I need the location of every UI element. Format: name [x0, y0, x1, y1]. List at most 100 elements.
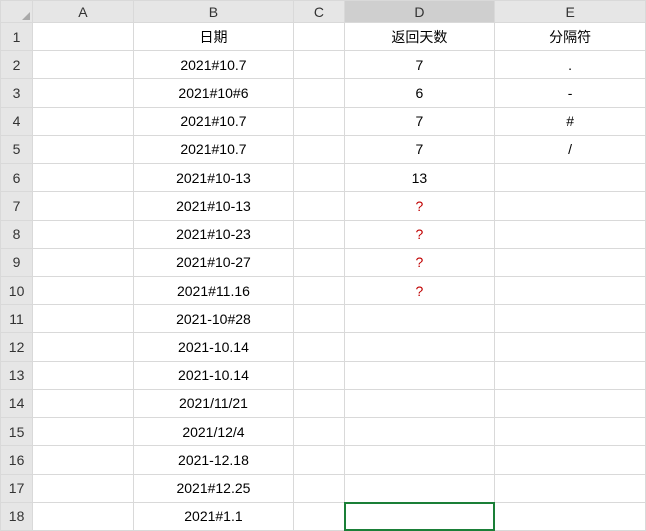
cell[interactable]: 2021#10.7 [133, 51, 294, 79]
cell[interactable]: 2021#12.25 [133, 474, 294, 502]
cell[interactable] [294, 135, 344, 163]
row-header[interactable]: 6 [1, 164, 33, 192]
row-header[interactable]: 12 [1, 333, 33, 361]
col-header-E[interactable]: E [495, 1, 646, 23]
cell[interactable]: 2021/11/21 [133, 389, 294, 417]
cell[interactable] [344, 305, 495, 333]
cell[interactable] [294, 276, 344, 304]
cell-header-date[interactable]: 日期 [133, 23, 294, 51]
row-header[interactable]: 11 [1, 305, 33, 333]
cell[interactable] [33, 51, 133, 79]
cell[interactable] [344, 418, 495, 446]
cell[interactable] [294, 79, 344, 107]
cell[interactable] [495, 220, 646, 248]
cell[interactable]: 2021#10-27 [133, 248, 294, 276]
cell[interactable] [33, 389, 133, 417]
cell[interactable]: 13 [344, 164, 495, 192]
cell[interactable] [495, 502, 646, 530]
cell[interactable]: ? [344, 276, 495, 304]
cell[interactable] [495, 446, 646, 474]
cell[interactable]: 2021#10#6 [133, 79, 294, 107]
cell[interactable] [33, 333, 133, 361]
col-header-D[interactable]: D [344, 1, 495, 23]
col-header-C[interactable]: C [294, 1, 344, 23]
col-header-B[interactable]: B [133, 1, 294, 23]
cell[interactable]: ? [344, 192, 495, 220]
cell[interactable] [495, 248, 646, 276]
row-header[interactable]: 7 [1, 192, 33, 220]
cell[interactable] [294, 107, 344, 135]
cell[interactable]: 2021-10.14 [133, 333, 294, 361]
cell[interactable] [33, 164, 133, 192]
cell[interactable] [33, 220, 133, 248]
row-header[interactable]: 10 [1, 276, 33, 304]
cell[interactable] [33, 361, 133, 389]
cell[interactable] [495, 192, 646, 220]
cell[interactable] [495, 333, 646, 361]
spreadsheet-grid[interactable]: A B C D E 1日期返回天数分隔符22021#10.77.32021#10… [0, 0, 646, 531]
cell-header-days[interactable]: 返回天数 [344, 23, 495, 51]
cell[interactable]: 6 [344, 79, 495, 107]
cell[interactable]: 2021#10.7 [133, 135, 294, 163]
cell[interactable] [33, 107, 133, 135]
cell[interactable]: 2021#11.16 [133, 276, 294, 304]
cell[interactable]: 2021-12.18 [133, 446, 294, 474]
cell[interactable] [495, 418, 646, 446]
cell[interactable]: 2021#10.7 [133, 107, 294, 135]
cell[interactable] [33, 135, 133, 163]
select-all-corner[interactable] [1, 1, 33, 23]
cell[interactable] [495, 305, 646, 333]
col-header-A[interactable]: A [33, 1, 133, 23]
row-header[interactable]: 16 [1, 446, 33, 474]
cell[interactable] [495, 276, 646, 304]
cell[interactable] [495, 389, 646, 417]
cell[interactable]: 2021/12/4 [133, 418, 294, 446]
cell[interactable] [33, 248, 133, 276]
cell[interactable]: 7 [344, 51, 495, 79]
cell[interactable] [294, 220, 344, 248]
row-header[interactable]: 5 [1, 135, 33, 163]
cell[interactable]: . [495, 51, 646, 79]
cell[interactable]: ? [344, 248, 495, 276]
cell[interactable] [33, 446, 133, 474]
cell[interactable] [294, 418, 344, 446]
cell[interactable]: 2021-10#28 [133, 305, 294, 333]
cell[interactable] [294, 446, 344, 474]
cell[interactable] [344, 446, 495, 474]
cell[interactable] [495, 361, 646, 389]
cell[interactable]: 7 [344, 107, 495, 135]
cell[interactable] [294, 305, 344, 333]
cell[interactable] [294, 51, 344, 79]
cell[interactable] [294, 361, 344, 389]
cell[interactable] [294, 164, 344, 192]
cell[interactable] [294, 248, 344, 276]
cell[interactable] [344, 502, 495, 530]
row-header[interactable]: 8 [1, 220, 33, 248]
cell[interactable]: 2021-10.14 [133, 361, 294, 389]
row-header[interactable]: 18 [1, 502, 33, 530]
cell[interactable] [495, 474, 646, 502]
cell[interactable] [294, 502, 344, 530]
cell[interactable] [294, 474, 344, 502]
cell[interactable]: 2021#1.1 [133, 502, 294, 530]
cell[interactable] [33, 79, 133, 107]
cell[interactable] [344, 361, 495, 389]
cell[interactable] [294, 192, 344, 220]
cell[interactable]: / [495, 135, 646, 163]
row-header[interactable]: 17 [1, 474, 33, 502]
cell-header-sep[interactable]: 分隔符 [495, 23, 646, 51]
cell[interactable]: 2021#10-23 [133, 220, 294, 248]
row-header[interactable]: 14 [1, 389, 33, 417]
cell[interactable] [344, 333, 495, 361]
row-header[interactable]: 13 [1, 361, 33, 389]
cell[interactable] [33, 474, 133, 502]
row-header[interactable]: 4 [1, 107, 33, 135]
cell[interactable] [344, 474, 495, 502]
cell[interactable] [33, 192, 133, 220]
cell[interactable]: 7 [344, 135, 495, 163]
cell[interactable]: # [495, 107, 646, 135]
cell[interactable]: 2021#10-13 [133, 164, 294, 192]
row-header[interactable]: 1 [1, 23, 33, 51]
row-header[interactable]: 15 [1, 418, 33, 446]
cell[interactable] [294, 389, 344, 417]
